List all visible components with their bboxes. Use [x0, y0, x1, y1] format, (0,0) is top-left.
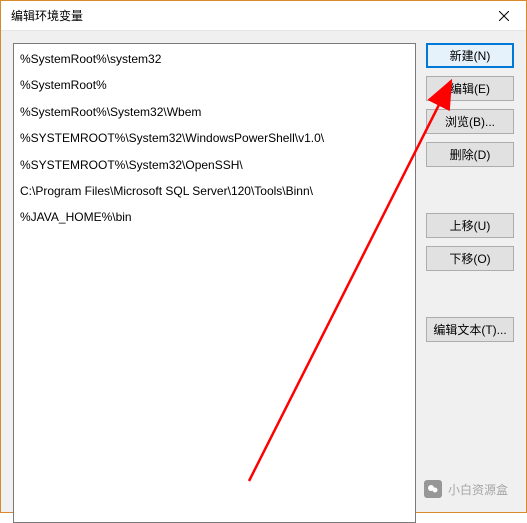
path-listbox[interactable]: %SystemRoot%\system32 %SystemRoot% %Syst… [13, 43, 416, 523]
list-item[interactable]: %SystemRoot% [14, 72, 415, 98]
move-up-button[interactable]: 上移(U) [426, 213, 514, 238]
window-title: 编辑环境变量 [11, 7, 83, 24]
list-item[interactable]: %SystemRoot%\system32 [14, 46, 415, 72]
move-down-button[interactable]: 下移(O) [426, 246, 514, 271]
watermark: 小白资源盒 [424, 480, 508, 498]
list-item[interactable]: %SystemRoot%\System32\Wbem [14, 99, 415, 125]
button-column: 新建(N) 编辑(E) 浏览(B)... 删除(D) 上移(U) 下移(O) 编… [426, 43, 514, 500]
wechat-icon [424, 480, 442, 498]
list-item[interactable]: %SYSTEMROOT%\System32\WindowsPowerShell\… [14, 125, 415, 151]
edit-text-button[interactable]: 编辑文本(T)... [426, 317, 514, 342]
edit-button[interactable]: 编辑(E) [426, 76, 514, 101]
dialog-content: %SystemRoot%\system32 %SystemRoot% %Syst… [1, 31, 526, 512]
list-item[interactable]: %JAVA_HOME%\bin [14, 204, 415, 230]
close-button[interactable] [482, 1, 526, 31]
dialog-window: 编辑环境变量 %SystemRoot%\system32 %SystemRoot… [0, 0, 527, 513]
titlebar: 编辑环境变量 [1, 1, 526, 31]
browse-button[interactable]: 浏览(B)... [426, 109, 514, 134]
delete-button[interactable]: 删除(D) [426, 142, 514, 167]
list-item[interactable]: C:\Program Files\Microsoft SQL Server\12… [14, 178, 415, 204]
close-icon [499, 11, 509, 21]
list-item[interactable]: %SYSTEMROOT%\System32\OpenSSH\ [14, 152, 415, 178]
watermark-text: 小白资源盒 [448, 481, 508, 498]
new-button[interactable]: 新建(N) [426, 43, 514, 68]
